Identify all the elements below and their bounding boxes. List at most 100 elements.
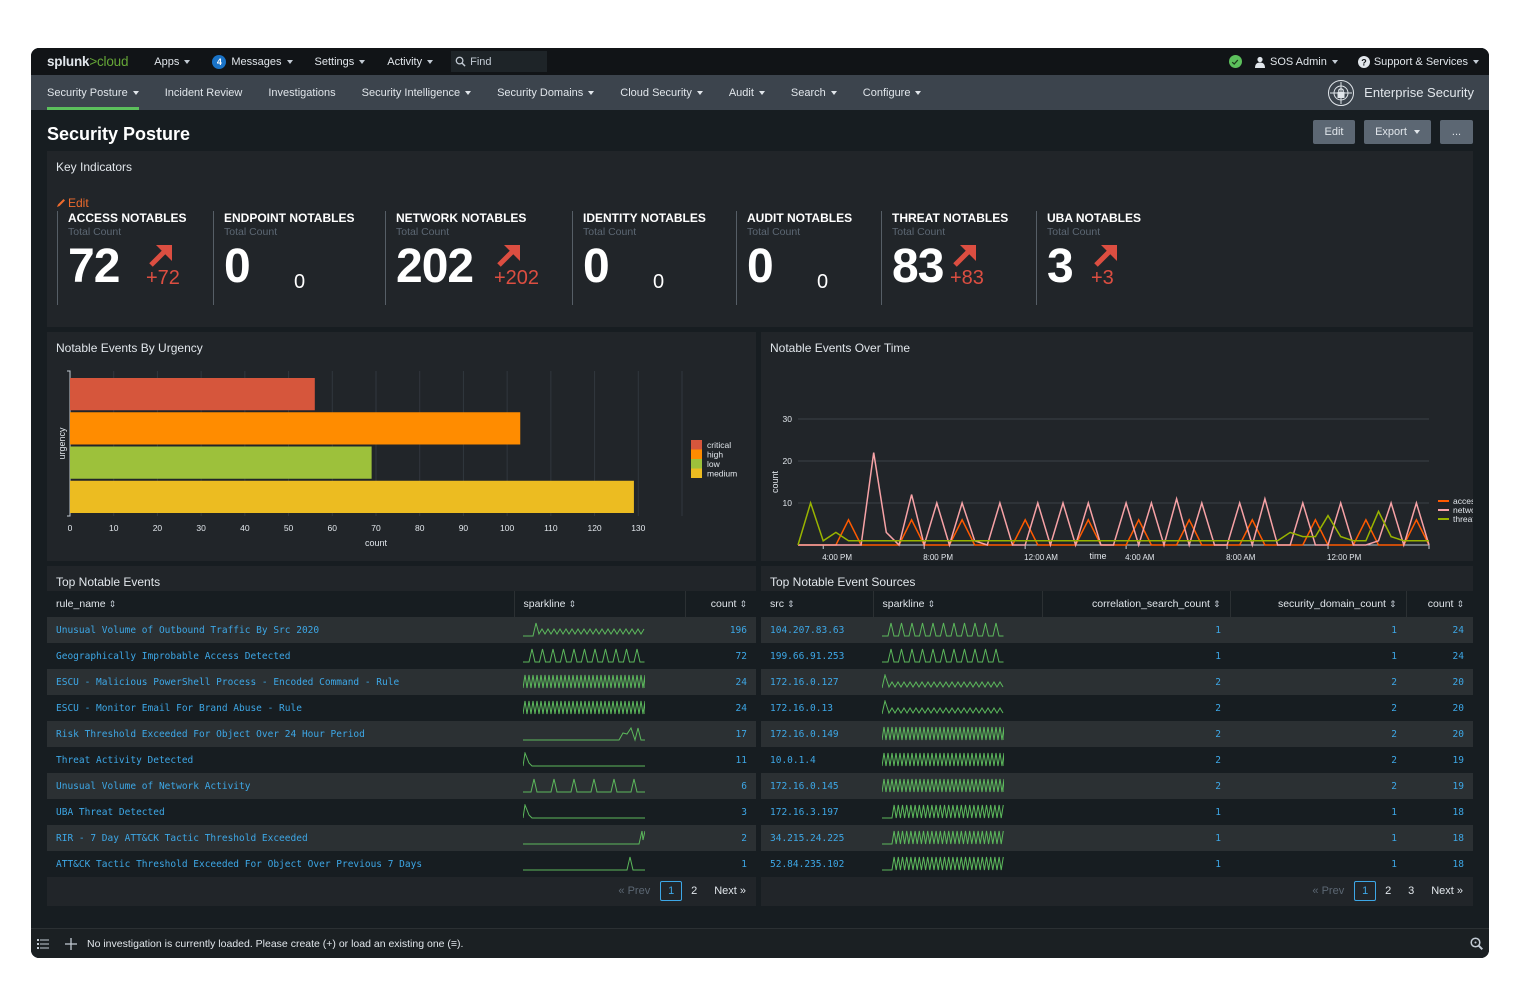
- kpi-audit-notables[interactable]: AUDIT NOTABLESTotal Count00: [736, 211, 886, 305]
- count-cell[interactable]: 19: [1406, 747, 1473, 773]
- count-cell[interactable]: 2: [685, 825, 756, 851]
- rule-name-cell[interactable]: ESCU - Malicious PowerShell Process - En…: [47, 669, 514, 695]
- legend-label-medium[interactable]: medium: [707, 469, 737, 479]
- rule-name-cell[interactable]: RIR - 7 Day ATT&CK Tactic Threshold Exce…: [47, 825, 514, 851]
- nav-audit[interactable]: Audit: [729, 75, 765, 110]
- nav-configure[interactable]: Configure: [863, 75, 922, 110]
- nav-cloud-security[interactable]: Cloud Security: [620, 75, 703, 110]
- page-1-button[interactable]: 1: [660, 881, 682, 901]
- column-header-rule-name[interactable]: rule_name⇕: [47, 591, 514, 617]
- column-header-count[interactable]: count⇕: [685, 591, 756, 617]
- table-row[interactable]: ESCU - Malicious PowerShell Process - En…: [47, 669, 756, 695]
- table-row[interactable]: RIR - 7 Day ATT&CK Tactic Threshold Exce…: [47, 825, 756, 851]
- security-domain-count-cell[interactable]: 1: [1230, 825, 1406, 851]
- nav-security-posture[interactable]: Security Posture: [47, 75, 139, 110]
- series-line-network[interactable]: [798, 453, 1429, 545]
- correlation-search-count-cell[interactable]: 2: [1042, 669, 1230, 695]
- src-cell[interactable]: 172.16.0.127: [761, 669, 873, 695]
- src-cell[interactable]: 172.16.0.149: [761, 721, 873, 747]
- correlation-search-count-cell[interactable]: 1: [1042, 617, 1230, 643]
- kpi-identity-notables[interactable]: IDENTITY NOTABLESTotal Count00: [572, 211, 722, 305]
- correlation-search-count-cell[interactable]: 1: [1042, 825, 1230, 851]
- count-cell[interactable]: 24: [1406, 617, 1473, 643]
- next-page-link[interactable]: Next »: [1431, 885, 1463, 897]
- kpi-threat-notables[interactable]: THREAT NOTABLESTotal Count83+83: [881, 211, 1031, 305]
- nav-search[interactable]: Search: [791, 75, 837, 110]
- security-domain-count-cell[interactable]: 1: [1230, 617, 1406, 643]
- table-row[interactable]: Unusual Volume of Network Activity6: [47, 773, 756, 799]
- legend-label-critical[interactable]: critical: [707, 440, 731, 450]
- edit-dashboard-button[interactable]: Edit: [1313, 120, 1355, 144]
- table-row[interactable]: ESCU - Monitor Email For Brand Abuse - R…: [47, 695, 756, 721]
- table-row[interactable]: 10.0.1.42219: [761, 747, 1473, 773]
- nav-security-intelligence[interactable]: Security Intelligence: [362, 75, 471, 110]
- table-row[interactable]: Geographically Improbable Access Detecte…: [47, 643, 756, 669]
- prev-page-link[interactable]: « Prev: [1312, 885, 1344, 897]
- count-cell[interactable]: 18: [1406, 799, 1473, 825]
- count-cell[interactable]: 72: [685, 643, 756, 669]
- src-cell[interactable]: 104.207.83.63: [761, 617, 873, 643]
- table-row[interactable]: 172.16.0.1272220: [761, 669, 1473, 695]
- count-cell[interactable]: 1: [685, 851, 756, 877]
- security-domain-count-cell[interactable]: 2: [1230, 669, 1406, 695]
- src-cell[interactable]: 172.16.0.13: [761, 695, 873, 721]
- column-header-count[interactable]: count⇕: [1406, 591, 1473, 617]
- table-row[interactable]: 172.16.3.1971118: [761, 799, 1473, 825]
- kpi-uba-notables[interactable]: UBA NOTABLESTotal Count3+3: [1036, 211, 1186, 305]
- src-cell[interactable]: 52.84.235.102: [761, 851, 873, 877]
- security-domain-count-cell[interactable]: 2: [1230, 695, 1406, 721]
- more-actions-button[interactable]: ...: [1440, 120, 1473, 144]
- correlation-search-count-cell[interactable]: 2: [1042, 721, 1230, 747]
- count-cell[interactable]: 18: [1406, 825, 1473, 851]
- health-status-icon[interactable]: [1229, 55, 1242, 68]
- src-cell[interactable]: 34.215.24.225: [761, 825, 873, 851]
- count-cell[interactable]: 20: [1406, 721, 1473, 747]
- correlation-search-count-cell[interactable]: 2: [1042, 773, 1230, 799]
- src-cell[interactable]: 10.0.1.4: [761, 747, 873, 773]
- rule-name-cell[interactable]: Risk Threshold Exceeded For Object Over …: [47, 721, 514, 747]
- load-investigation-list-icon[interactable]: [37, 939, 49, 949]
- table-row[interactable]: UBA Threat Detected 3: [47, 799, 756, 825]
- user-menu[interactable]: SOS Admin: [1254, 56, 1338, 68]
- page-1-button[interactable]: 1: [1354, 881, 1376, 901]
- page-2-button[interactable]: 2: [683, 881, 705, 901]
- src-cell[interactable]: 172.16.3.197: [761, 799, 873, 825]
- correlation-search-count-cell[interactable]: 2: [1042, 747, 1230, 773]
- count-cell[interactable]: 18: [1406, 851, 1473, 877]
- bar-high[interactable]: [70, 412, 520, 444]
- bar-critical[interactable]: [70, 378, 315, 410]
- correlation-search-count-cell[interactable]: 1: [1042, 799, 1230, 825]
- settings-menu[interactable]: Settings: [315, 56, 366, 68]
- column-header-sparkline[interactable]: sparkline⇕: [514, 591, 685, 617]
- next-page-link[interactable]: Next »: [714, 885, 746, 897]
- count-cell[interactable]: 19: [1406, 773, 1473, 799]
- legend-label-high[interactable]: high: [707, 450, 723, 460]
- nav-incident-review[interactable]: Incident Review: [165, 75, 243, 110]
- splunk-cloud-logo[interactable]: splunk>cloud: [47, 54, 128, 69]
- rule-name-cell[interactable]: UBA Threat Detected: [47, 799, 514, 825]
- table-row[interactable]: 172.16.0.1492220: [761, 721, 1473, 747]
- correlation-search-count-cell[interactable]: 2: [1042, 695, 1230, 721]
- nav-security-domains[interactable]: Security Domains: [497, 75, 594, 110]
- src-cell[interactable]: 172.16.0.145: [761, 773, 873, 799]
- table-row[interactable]: 104.207.83.631124: [761, 617, 1473, 643]
- prev-page-link[interactable]: « Prev: [618, 885, 650, 897]
- count-cell[interactable]: 20: [1406, 669, 1473, 695]
- column-header-correlation-search-count[interactable]: correlation_search_count⇕: [1042, 591, 1230, 617]
- kpi-endpoint-notables[interactable]: ENDPOINT NOTABLESTotal Count00: [213, 211, 363, 305]
- table-row[interactable]: 199.66.91.2531124: [761, 643, 1473, 669]
- edit-indicators-link[interactable]: Edit: [56, 196, 89, 210]
- rule-name-cell[interactable]: Geographically Improbable Access Detecte…: [47, 643, 514, 669]
- count-cell[interactable]: 24: [685, 669, 756, 695]
- count-cell[interactable]: 196: [685, 617, 756, 643]
- zoom-search-icon[interactable]: [1470, 937, 1483, 950]
- table-row[interactable]: 52.84.235.1021118: [761, 851, 1473, 877]
- nav-investigations[interactable]: Investigations: [268, 75, 335, 110]
- rule-name-cell[interactable]: Threat Activity Detected: [47, 747, 514, 773]
- rule-name-cell[interactable]: Unusual Volume of Outbound Traffic By Sr…: [47, 617, 514, 643]
- apps-menu[interactable]: Apps: [154, 56, 190, 68]
- legend-label-low[interactable]: low: [707, 459, 721, 469]
- kpi-network-notables[interactable]: NETWORK NOTABLESTotal Count202+202: [385, 211, 535, 305]
- count-cell[interactable]: 3: [685, 799, 756, 825]
- support-menu[interactable]: ? Support & Services: [1358, 56, 1479, 68]
